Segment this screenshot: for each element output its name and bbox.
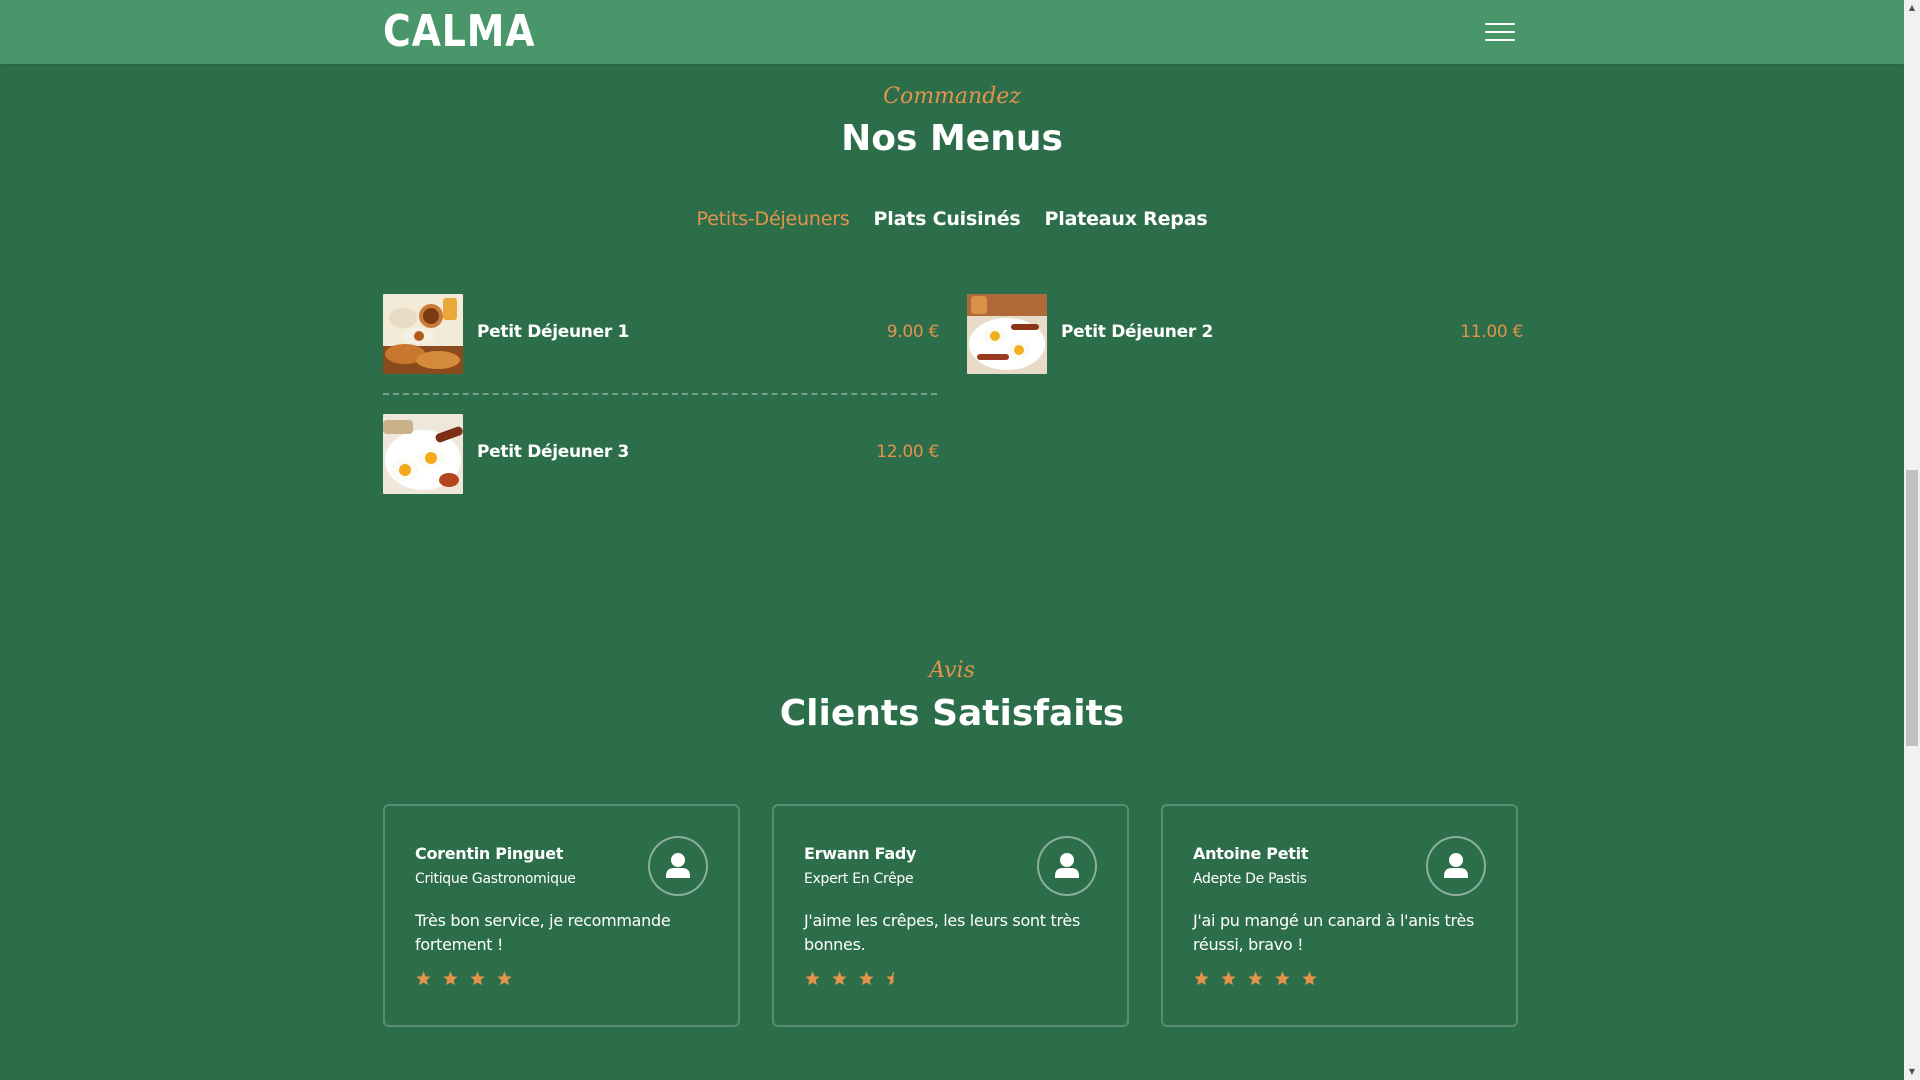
breakfast-pastries-photo bbox=[383, 294, 463, 374]
star-rating bbox=[804, 970, 907, 990]
reviewer-name: Antoine Petit bbox=[1193, 844, 1309, 863]
scroll-up-arrow-icon[interactable]: ▲ bbox=[1904, 0, 1920, 16]
star-icon bbox=[1194, 971, 1209, 986]
tab-plateaux-repas[interactable]: Plateaux Repas bbox=[1045, 208, 1208, 230]
hamburger-menu-icon[interactable] bbox=[1485, 21, 1515, 43]
reviews-title: Clients Satisfaits bbox=[779, 693, 1125, 734]
menu-item-price: 9.00 € bbox=[886, 322, 940, 342]
menu-tabs: Petits-Déjeuners Plats Cuisinés Plateaux… bbox=[0, 208, 1904, 230]
star-icon bbox=[1221, 971, 1236, 986]
star-icon bbox=[859, 971, 874, 986]
hamburger-line bbox=[1485, 23, 1515, 25]
menu-item-petit-dejeuner-1[interactable]: Petit Déjeuner 1 9.00 € bbox=[383, 294, 939, 374]
hamburger-line bbox=[1485, 39, 1515, 41]
menus-title: Nos Menus bbox=[841, 118, 1063, 159]
star-rating bbox=[1193, 970, 1323, 990]
star-icon bbox=[1248, 971, 1263, 986]
star-icon bbox=[832, 971, 847, 986]
star-icon bbox=[416, 971, 431, 986]
star-half-icon bbox=[886, 971, 895, 986]
menus-eyebrow: Commandez bbox=[883, 84, 1021, 109]
breakfast-eggs-bacon-photo bbox=[967, 294, 1047, 374]
review-card: Antoine Petit Adepte De Pastis J'ai pu m… bbox=[1161, 804, 1518, 1027]
menu-item-petit-dejeuner-2[interactable]: Petit Déjeuner 2 11.00 € bbox=[967, 294, 1523, 374]
star-icon bbox=[497, 971, 512, 986]
menu-item-petit-dejeuner-3[interactable]: Petit Déjeuner 3 12.00 € bbox=[383, 414, 939, 494]
tab-petits-dejeuners[interactable]: Petits-Déjeuners bbox=[697, 208, 850, 230]
breakfast-eggs-sausage-photo bbox=[383, 414, 463, 494]
logo[interactable]: CALMA bbox=[383, 6, 535, 58]
star-icon bbox=[805, 971, 820, 986]
star-rating bbox=[415, 970, 518, 990]
vertical-scrollbar[interactable]: ▲ ▼ bbox=[1904, 0, 1920, 1080]
top-navbar: CALMA bbox=[0, 0, 1904, 64]
reviewer-role: Adepte De Pastis bbox=[1193, 871, 1307, 887]
scroll-down-arrow-icon[interactable]: ▼ bbox=[1904, 1064, 1920, 1080]
reviewer-name: Corentin Pinguet bbox=[415, 844, 564, 863]
review-text: J'aime les crêpes, les leurs sont très b… bbox=[804, 911, 1081, 954]
hamburger-line bbox=[1485, 31, 1515, 33]
review-card: Corentin Pinguet Critique Gastronomique … bbox=[383, 804, 740, 1027]
menu-item-price: 11.00 € bbox=[1460, 322, 1523, 342]
menu-item-name: Petit Déjeuner 1 bbox=[477, 322, 630, 342]
page: CALMA Commandez Nos Menus Petits-Déjeune… bbox=[0, 0, 1920, 1080]
review-text: J'ai pu mangé un canard à l'anis très ré… bbox=[1193, 911, 1475, 954]
star-icon bbox=[1302, 971, 1317, 986]
review-text: Très bon service, je recommande fortemen… bbox=[415, 911, 671, 954]
reviews-eyebrow: Avis bbox=[929, 658, 975, 683]
star-icon bbox=[1275, 971, 1290, 986]
reviewer-name: Erwann Fady bbox=[804, 844, 917, 863]
tab-plats-cuisines[interactable]: Plats Cuisinés bbox=[874, 208, 1021, 230]
star-icon bbox=[470, 971, 485, 986]
user-icon bbox=[648, 836, 708, 896]
menu-item-name: Petit Déjeuner 2 bbox=[1061, 322, 1214, 342]
menu-divider bbox=[383, 393, 937, 395]
menu-item-name: Petit Déjeuner 3 bbox=[477, 442, 630, 462]
reviewer-role: Expert En Crêpe bbox=[804, 871, 914, 887]
user-icon bbox=[1426, 836, 1486, 896]
menu-item-price: 12.00 € bbox=[876, 442, 939, 462]
user-icon bbox=[1037, 836, 1097, 896]
reviewer-role: Critique Gastronomique bbox=[415, 871, 576, 887]
scrollbar-thumb[interactable] bbox=[1906, 470, 1918, 746]
review-card: Erwann Fady Expert En Crêpe J'aime les c… bbox=[772, 804, 1129, 1027]
star-icon bbox=[443, 971, 458, 986]
